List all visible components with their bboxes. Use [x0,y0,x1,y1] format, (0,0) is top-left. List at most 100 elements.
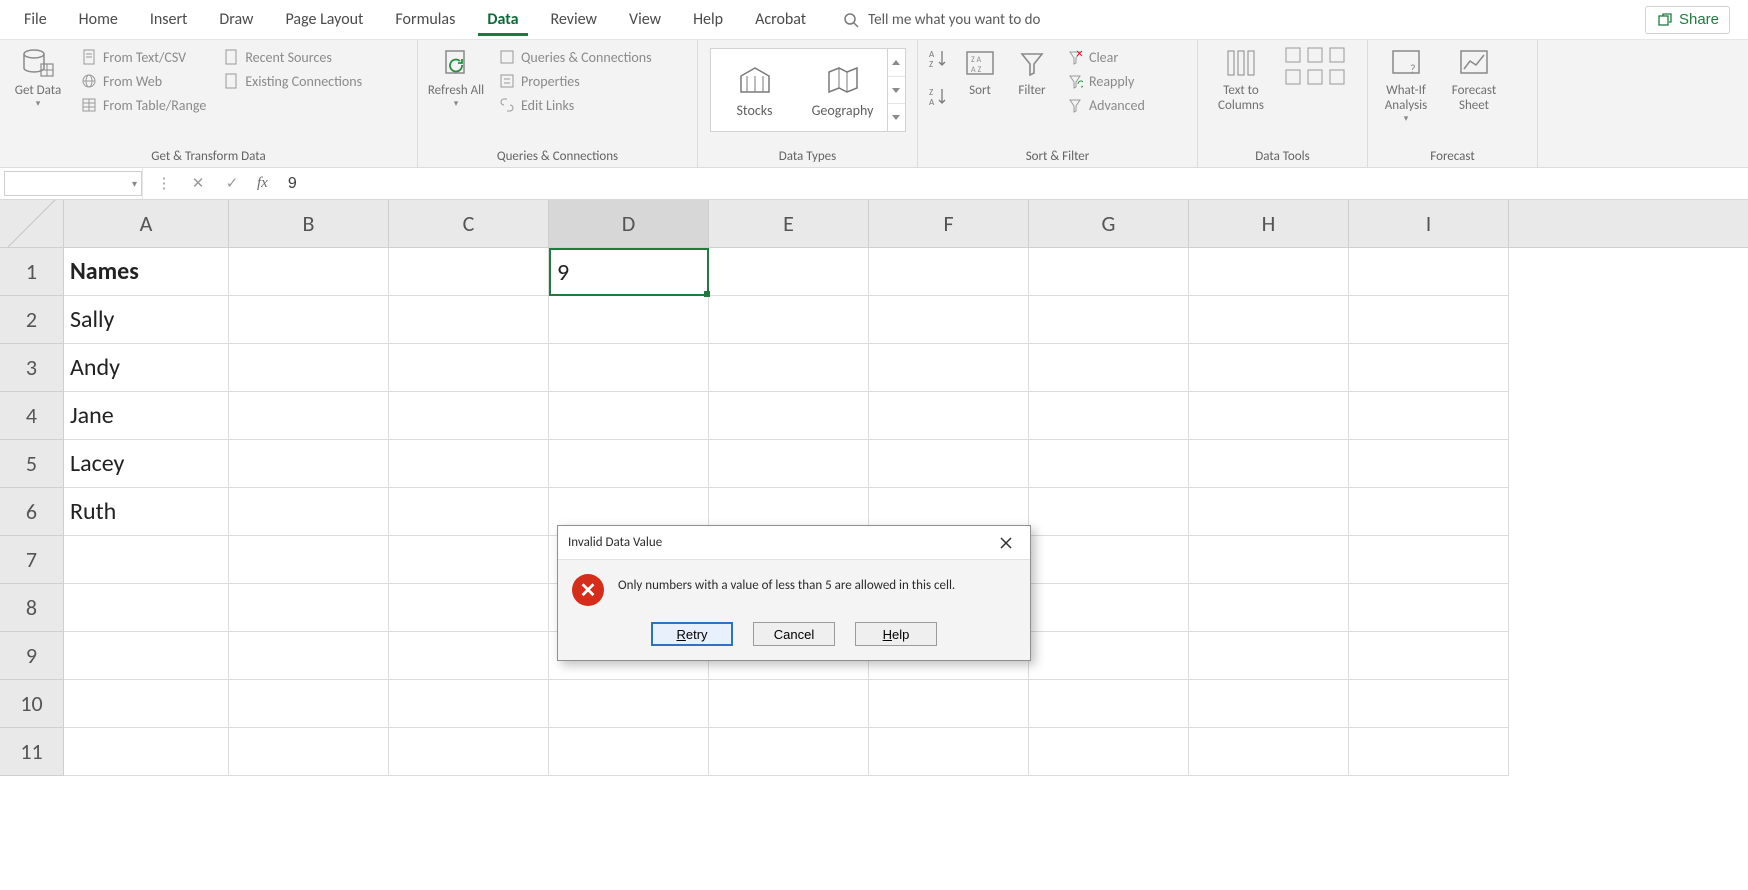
cell-D11[interactable] [549,728,709,776]
cell-H8[interactable] [1189,584,1349,632]
cell-B8[interactable] [229,584,389,632]
cancel-button[interactable]: Cancel [753,622,835,646]
sort-desc-icon[interactable]: ZA [926,84,950,108]
retry-button[interactable]: RRetryetry [651,622,733,646]
cell-I7[interactable] [1349,536,1509,584]
cell-A8[interactable] [64,584,229,632]
cell-A2[interactable]: Sally [64,296,229,344]
row-header-5[interactable]: 5 [0,440,64,488]
data-types-scroll-up[interactable] [888,49,905,77]
share-button[interactable]: Share [1645,6,1730,34]
cell-D2[interactable] [549,296,709,344]
geography-button[interactable]: Geography [799,49,887,131]
existing-connections-button[interactable]: Existing Connections [218,70,366,92]
cell-G1[interactable] [1029,248,1189,296]
cell-A11[interactable] [64,728,229,776]
cell-I2[interactable] [1349,296,1509,344]
tab-insert[interactable]: Insert [134,4,204,35]
cell-H3[interactable] [1189,344,1349,392]
stocks-button[interactable]: Stocks [711,49,799,131]
cell-A6[interactable]: Ruth [64,488,229,536]
tab-file[interactable]: File [8,4,63,35]
row-header-2[interactable]: 2 [0,296,64,344]
reapply-filter-button[interactable]: Reapply [1062,70,1149,92]
cell-H2[interactable] [1189,296,1349,344]
consolidate-icon[interactable] [1284,68,1302,86]
cell-G10[interactable] [1029,680,1189,728]
data-validation-icon[interactable] [1328,46,1346,64]
tab-draw[interactable]: Draw [203,4,269,35]
cell-H6[interactable] [1189,488,1349,536]
tab-view[interactable]: View [613,4,677,35]
cell-B7[interactable] [229,536,389,584]
from-text-csv-button[interactable]: From Text/CSV [76,46,210,68]
cell-B4[interactable] [229,392,389,440]
enter-formula-icon[interactable]: ✓ [223,174,241,193]
cell-A7[interactable] [64,536,229,584]
cancel-formula-icon[interactable]: ✕ [189,174,207,193]
cell-A5[interactable]: Lacey [64,440,229,488]
tab-acrobat[interactable]: Acrobat [739,4,822,35]
data-types-scroll-down[interactable] [888,77,905,105]
col-header-G[interactable]: G [1029,200,1189,247]
col-header-B[interactable]: B [229,200,389,247]
clear-filter-button[interactable]: Clear [1062,46,1149,68]
data-model-icon[interactable] [1328,68,1346,86]
dropdown-caret-icon[interactable]: ▾ [132,177,137,190]
flash-fill-icon[interactable] [1284,46,1302,64]
col-header-D[interactable]: D [549,200,709,247]
edit-links-button[interactable]: Edit Links [494,94,656,116]
fx-label[interactable]: fx [257,175,268,192]
cell-E4[interactable] [709,392,869,440]
cell-I4[interactable] [1349,392,1509,440]
what-if-analysis-button[interactable]: ? What-If Analysis ▾ [1376,46,1436,124]
row-header-6[interactable]: 6 [0,488,64,536]
cell-G8[interactable] [1029,584,1189,632]
cell-C8[interactable] [389,584,549,632]
cell-H1[interactable] [1189,248,1349,296]
col-header-I[interactable]: I [1349,200,1509,247]
name-box[interactable]: ▾ [4,171,142,196]
cell-H10[interactable] [1189,680,1349,728]
tab-data[interactable]: Data [471,4,534,35]
row-header-11[interactable]: 11 [0,728,64,776]
cell-B6[interactable] [229,488,389,536]
cell-H4[interactable] [1189,392,1349,440]
cell-G6[interactable] [1029,488,1189,536]
cell-B10[interactable] [229,680,389,728]
cell-H5[interactable] [1189,440,1349,488]
row-header-8[interactable]: 8 [0,584,64,632]
cell-I9[interactable] [1349,632,1509,680]
dialog-close-button[interactable] [1000,537,1020,549]
cell-G4[interactable] [1029,392,1189,440]
tab-formulas[interactable]: Formulas [379,4,471,35]
row-header-10[interactable]: 10 [0,680,64,728]
cell-F10[interactable] [869,680,1029,728]
cell-D3[interactable] [549,344,709,392]
recent-sources-button[interactable]: Recent Sources [218,46,366,68]
select-all-corner[interactable] [0,200,64,247]
cell-E3[interactable] [709,344,869,392]
cell-H9[interactable] [1189,632,1349,680]
get-data-button[interactable]: Get Data ▾ [8,46,68,109]
tab-home[interactable]: Home [63,4,134,35]
cell-B11[interactable] [229,728,389,776]
cell-C10[interactable] [389,680,549,728]
cell-F2[interactable] [869,296,1029,344]
queries-connections-button[interactable]: Queries & Connections [494,46,656,68]
cell-C9[interactable] [389,632,549,680]
tab-page-layout[interactable]: Page Layout [270,4,380,35]
cell-G5[interactable] [1029,440,1189,488]
cell-F3[interactable] [869,344,1029,392]
cell-C1[interactable] [389,248,549,296]
row-header-3[interactable]: 3 [0,344,64,392]
cell-B1[interactable] [229,248,389,296]
formula-input[interactable] [280,168,1748,199]
sort-button[interactable]: Z AA Z Sort [958,46,1002,99]
cell-I11[interactable] [1349,728,1509,776]
row-header-7[interactable]: 7 [0,536,64,584]
cell-C6[interactable] [389,488,549,536]
cell-H11[interactable] [1189,728,1349,776]
from-web-button[interactable]: From Web [76,70,210,92]
tab-review[interactable]: Review [534,4,613,35]
